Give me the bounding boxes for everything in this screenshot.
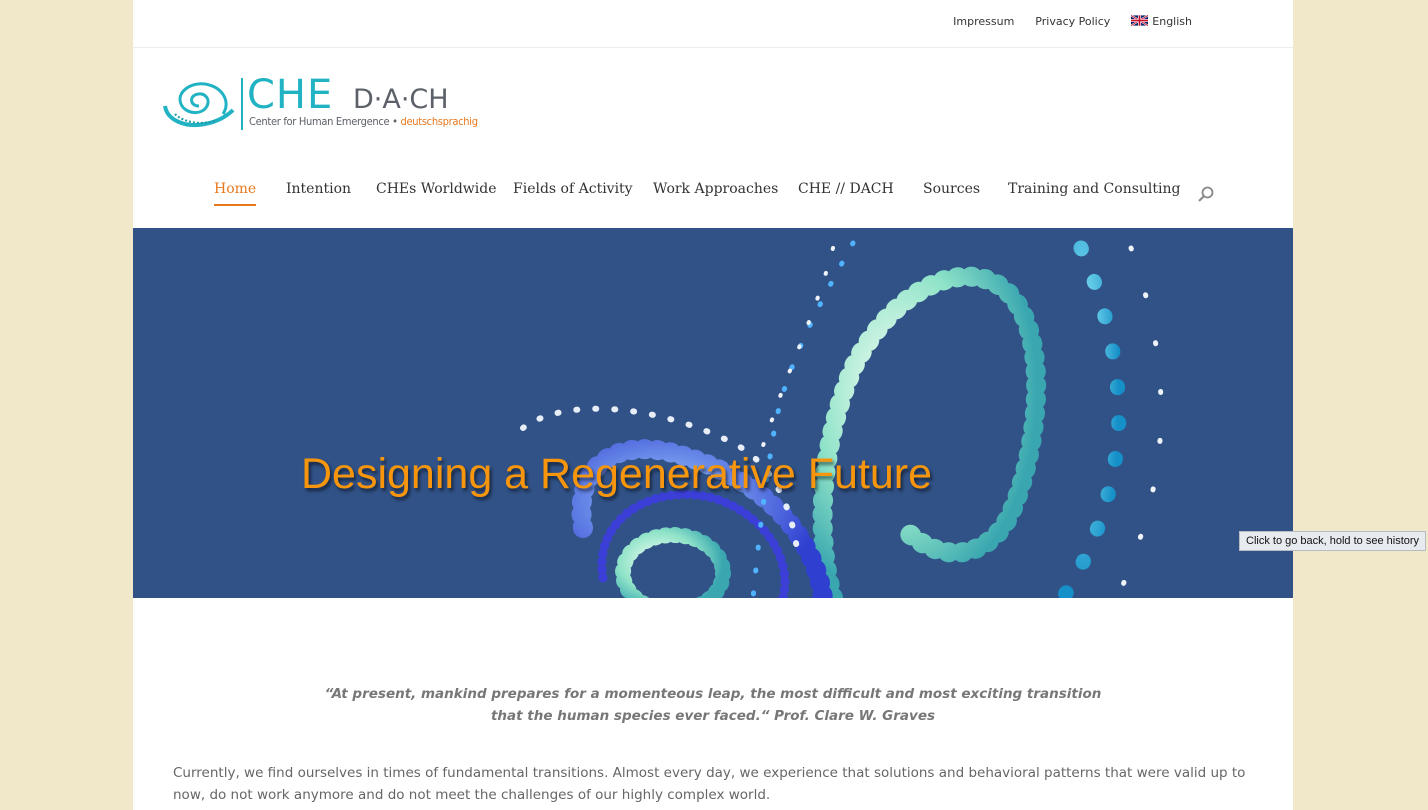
intro-paragraph: Currently, we find ourselves in times of… <box>173 765 1246 803</box>
nav-item-che-dach[interactable]: CHE // DACH <box>798 181 894 197</box>
nav-item-ches-worldwide[interactable]: CHEs Worldwide <box>376 181 496 197</box>
logo-tagline: Center for Human Emergence • deutschspra… <box>249 115 478 128</box>
top-links: Impressum Privacy Policy English <box>953 15 1192 28</box>
impressum-link[interactable]: Impressum <box>953 15 1014 28</box>
nav-item-fields-of-activity[interactable]: Fields of Activity <box>513 181 633 197</box>
top-bar: Impressum Privacy Policy English <box>133 0 1293 48</box>
main-nav: Home Intention CHEs Worldwide Fields of … <box>133 181 1293 221</box>
graves-quote: “At present, mankind prepares for a mome… <box>133 683 1293 727</box>
nav-item-training-consulting[interactable]: Training and Consulting <box>1008 181 1180 197</box>
quote-line-2: that the human species ever faced.“ Prof… <box>490 708 936 724</box>
hero-banner: Designing a Regenerative Future <box>133 228 1293 598</box>
language-switcher[interactable]: English <box>1131 15 1192 28</box>
nav-item-sources[interactable]: Sources <box>923 181 980 197</box>
nav-item-intention[interactable]: Intention <box>286 181 351 197</box>
quote-line-1: “At present, mankind prepares for a mome… <box>324 686 1102 702</box>
site-logo[interactable]: CHE D·A·CH Center for Human Emergence • … <box>161 72 478 134</box>
logo-region: D·A·CH <box>353 84 449 115</box>
privacy-policy-link[interactable]: Privacy Policy <box>1035 15 1110 28</box>
nav-item-work-approaches[interactable]: Work Approaches <box>653 181 778 197</box>
logo-name: CHE <box>247 72 334 118</box>
uk-flag-icon <box>1131 15 1149 26</box>
logo-tagline-main: Center for Human Emergence • <box>249 115 398 128</box>
search-icon[interactable] <box>1197 185 1215 203</box>
language-label: English <box>1152 15 1192 28</box>
hero-bead-artwork <box>520 240 1164 598</box>
spiral-logo-icon <box>163 82 235 127</box>
logo-tagline-accent: deutschsprachig <box>400 115 479 128</box>
nav-item-home[interactable]: Home <box>214 181 257 206</box>
logo-divider <box>241 78 243 130</box>
hero-title: Designing a Regenerative Future <box>301 450 933 498</box>
page-container: Impressum Privacy Policy English CHE D·A… <box>133 0 1293 810</box>
back-button-tooltip: Click to go back, hold to see history <box>1239 531 1427 551</box>
